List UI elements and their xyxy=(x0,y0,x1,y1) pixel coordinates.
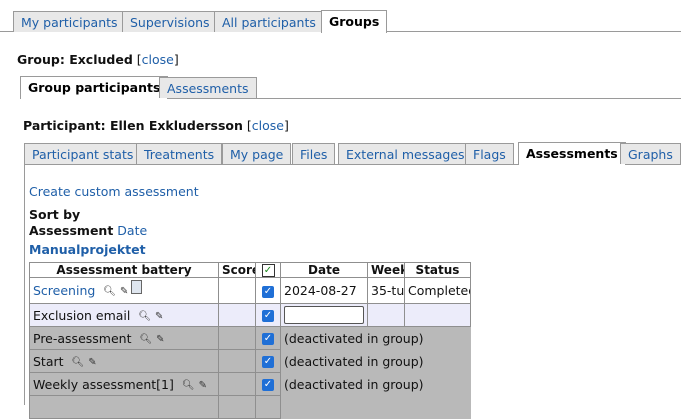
tab-all-participants[interactable]: All participants xyxy=(214,11,324,32)
edit-pencil-icon[interactable]: ✎ xyxy=(120,286,128,297)
project-link[interactable]: Manualprojektet xyxy=(29,242,146,257)
create-custom-assessment-link[interactable]: Create custom assessment xyxy=(29,184,199,199)
col-header-battery: Assessment battery xyxy=(29,262,219,278)
search-icon[interactable]: 🔍︎ xyxy=(139,334,152,345)
sort-assessment-option[interactable]: Assessment xyxy=(29,223,113,238)
content-panel-border xyxy=(24,164,25,405)
deactivated-note: (deactivated in group) xyxy=(280,372,471,396)
search-icon[interactable]: 🔍︎ xyxy=(138,311,151,322)
tab-groups[interactable]: Groups xyxy=(321,10,388,33)
tab-my-page[interactable]: My page xyxy=(222,143,292,164)
deactivated-note: (deactivated in group) xyxy=(280,326,471,350)
group-close-link[interactable]: close xyxy=(142,52,174,67)
tab-my-participants[interactable]: My participants xyxy=(13,11,126,32)
deactivated-note: (deactivated in group) xyxy=(280,349,471,373)
score-cell xyxy=(218,326,256,350)
table-row: Start 🔍︎ ✎ ✓ (deactivated in group) xyxy=(29,349,471,373)
checkbox-checked-icon[interactable]: ✓ xyxy=(262,285,274,298)
table-row: Pre-assessment 🔍︎ ✎ ✓ (deactivated in gro… xyxy=(29,326,471,350)
edit-pencil-icon[interactable]: ✎ xyxy=(155,311,163,322)
tab-graphs[interactable]: Graphs xyxy=(620,143,681,164)
sort-by-label: Sort by xyxy=(29,207,81,222)
status-cell: Completed xyxy=(404,277,471,304)
participant-line: Participant: Ellen Exkludersson [close] xyxy=(23,118,289,133)
table-row: Weekly assessment[1] 🔍︎ ✎ ✓ (deactivated … xyxy=(29,372,471,396)
group-tabbar: Group participants Assessments xyxy=(20,76,681,99)
tab-group-assessments[interactable]: Assessments xyxy=(159,77,257,98)
tab-participant-stats[interactable]: Participant stats xyxy=(24,143,142,164)
week-cell xyxy=(367,303,405,327)
participant-tabbar: Participant stats Treatments My page Fil… xyxy=(24,142,681,165)
group-label: Group: Excluded xyxy=(17,52,133,67)
week-cell: 35-tu xyxy=(367,277,405,304)
edit-pencil-icon[interactable]: ✎ xyxy=(88,357,96,368)
copy-documents-icon[interactable] xyxy=(131,280,143,294)
assessment-name: Exclusion email xyxy=(33,307,131,323)
sort-date-link[interactable]: Date xyxy=(117,223,147,238)
search-icon[interactable]: 🔍︎ xyxy=(72,357,85,368)
edit-pencil-icon[interactable]: ✎ xyxy=(199,380,207,391)
search-icon[interactable]: 🔍︎ xyxy=(182,380,195,391)
sort-options: Assessment Date xyxy=(29,223,147,238)
participant-close-link[interactable]: close xyxy=(252,118,284,133)
assessment-name: Start xyxy=(33,353,64,369)
col-header-score: Score xyxy=(218,262,256,278)
assessment-table: Assessment battery Score ✓ Date Week Sta… xyxy=(29,262,471,419)
checkbox-checked-icon[interactable]: ✓ xyxy=(262,379,274,391)
tab-external-messages[interactable]: External messages xyxy=(338,143,473,164)
table-row: Screening 🔍︎ ✎ ✓ 2024-08-27 35-tu Complet… xyxy=(29,277,471,304)
tab-supervisions[interactable]: Supervisions xyxy=(122,11,218,32)
date-input[interactable] xyxy=(284,306,364,324)
table-row: Exclusion email 🔍︎ ✎ ✓ xyxy=(29,303,471,327)
col-header-check[interactable]: ✓ xyxy=(255,262,281,278)
status-cell xyxy=(404,303,471,327)
top-tabbar: My participants Supervisions All partici… xyxy=(0,10,681,33)
tab-treatments[interactable]: Treatments xyxy=(136,143,223,164)
col-header-status: Status xyxy=(404,262,471,278)
assessment-name: Weekly assessment[1] xyxy=(33,376,174,392)
date-cell: 2024-08-27 xyxy=(280,277,368,304)
checkbox-checked-icon[interactable]: ✓ xyxy=(262,356,274,368)
score-cell xyxy=(218,349,256,373)
tab-assessments[interactable]: Assessments xyxy=(518,142,626,165)
assessment-name-link[interactable]: Screening xyxy=(33,283,95,298)
participant-label: Participant: Ellen Exkludersson xyxy=(23,118,243,133)
search-icon[interactable]: 🔍︎ xyxy=(103,286,116,297)
col-header-week: Week xyxy=(367,262,405,278)
assessment-name: Pre-assessment xyxy=(33,330,132,346)
group-line: Group: Excluded [close] xyxy=(17,52,179,67)
col-header-date: Date xyxy=(280,262,368,278)
score-cell xyxy=(218,277,256,304)
tab-files[interactable]: Files xyxy=(292,143,336,164)
score-cell xyxy=(218,372,256,396)
tab-group-participants[interactable]: Group participants xyxy=(20,76,169,99)
edit-pencil-icon[interactable]: ✎ xyxy=(156,334,164,345)
table-row xyxy=(29,395,471,419)
tab-flags[interactable]: Flags xyxy=(465,143,514,164)
checkbox-checked-icon[interactable]: ✓ xyxy=(262,333,274,345)
score-cell xyxy=(218,303,256,327)
checkbox-header-icon[interactable]: ✓ xyxy=(261,264,275,277)
checkbox-checked-icon[interactable]: ✓ xyxy=(262,310,274,322)
